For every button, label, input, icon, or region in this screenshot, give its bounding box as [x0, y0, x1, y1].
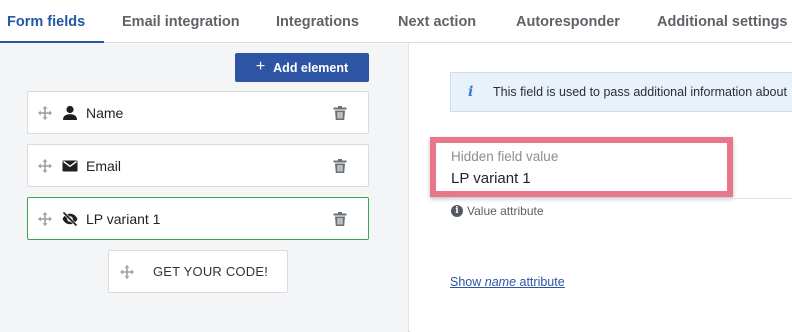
tab-form-fields[interactable]: Form fields [0, 0, 105, 44]
field-label: LP variant 1 [86, 211, 161, 227]
value-attribute-hint: i Value attribute [451, 204, 544, 218]
tab-email-integration[interactable]: Email integration [122, 0, 240, 43]
trash-icon[interactable] [332, 158, 348, 174]
eye-off-icon [62, 211, 78, 227]
info-banner-text: This field is used to pass additional in… [493, 85, 787, 99]
person-icon [63, 105, 77, 120]
divider [450, 198, 792, 199]
field-label: Name [86, 105, 124, 121]
info-banner: i This field is used to pass additional … [450, 72, 792, 112]
field-settings-panel: i This field is used to pass additional … [410, 43, 792, 332]
value-attribute-label: Value attribute [467, 204, 544, 218]
tab-additional-settings[interactable]: Additional settings [657, 0, 788, 43]
show-name-attribute-link[interactable]: Show name attribute [450, 275, 565, 289]
link-suffix: attribute [516, 275, 565, 289]
link-prefix: Show [450, 275, 485, 289]
field-item-email[interactable]: Email [27, 144, 369, 187]
drag-handle-icon[interactable] [37, 211, 53, 227]
form-elements-panel: + Add element Name Email LP variant 1 GE… [0, 43, 409, 332]
add-element-button[interactable]: + Add element [235, 53, 369, 82]
add-element-label: Add element [273, 60, 349, 75]
tab-bar: Form fields Email integration Integratio… [0, 0, 792, 44]
envelope-icon [62, 160, 78, 172]
tab-integrations[interactable]: Integrations [276, 0, 359, 43]
trash-icon[interactable] [332, 105, 348, 121]
plus-icon: + [255, 58, 266, 75]
drag-handle-icon[interactable] [37, 105, 53, 121]
hidden-field-caption: Hidden field value [451, 149, 559, 164]
drag-handle-icon[interactable] [119, 264, 135, 280]
field-item-name[interactable]: Name [27, 91, 369, 134]
drag-handle-icon[interactable] [37, 158, 53, 174]
submit-button-label: GET YOUR CODE! [153, 264, 269, 279]
tab-autoresponder[interactable]: Autoresponder [516, 0, 620, 43]
submit-button-element[interactable]: GET YOUR CODE! [108, 250, 288, 293]
link-emphasis: name [484, 275, 517, 289]
info-circle-icon: i [451, 205, 463, 217]
hidden-field-value[interactable]: LP variant 1 [451, 170, 531, 187]
tab-next-action[interactable]: Next action [398, 0, 476, 43]
trash-icon[interactable] [332, 211, 348, 227]
field-item-lp-variant[interactable]: LP variant 1 [27, 197, 369, 240]
field-label: Email [86, 158, 122, 174]
info-icon: i [468, 84, 474, 100]
hidden-field-value-input[interactable]: Hidden field value LP variant 1 [430, 137, 733, 197]
